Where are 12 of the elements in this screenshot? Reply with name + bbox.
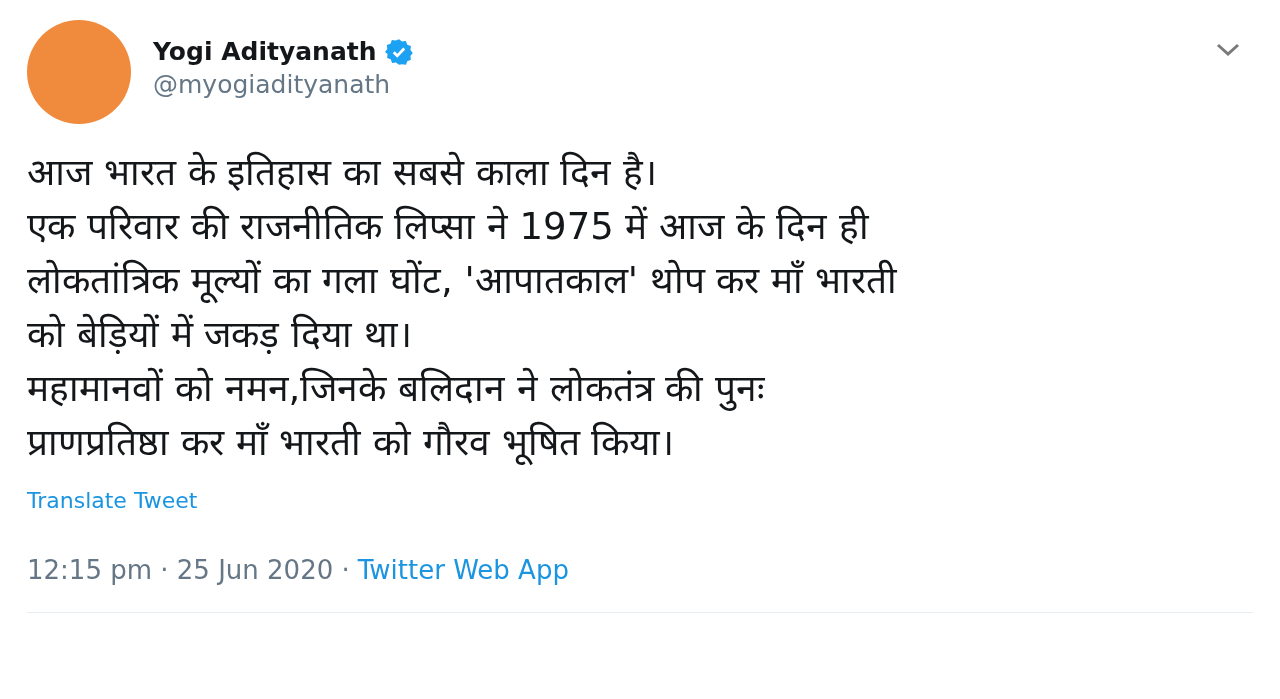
tweet-text-line: आज भारत के इतिहास का सबसे काला दिन है। (27, 150, 658, 196)
chevron-down-icon[interactable] (1215, 42, 1241, 58)
tweet-text-line: प्राणप्रतिष्ठा कर माँ भारती को गौरव भूषित किया। (27, 420, 675, 467)
tweet-text-line: महामानवों को नमन,जिनके बलिदान ने लोकतंत्र की पुनः (27, 366, 765, 413)
tweet-timestamp: 12:15 pm · 25 Jun 2020 · (27, 554, 350, 587)
author-name[interactable]: Yogi Adityanath (153, 36, 377, 68)
tweet-text-line: को बेड़ियों में जकड़ दिया था। (27, 312, 412, 358)
source-link[interactable]: Twitter Web App (357, 551, 569, 590)
author-handle[interactable]: @myogiadityanath (153, 69, 413, 101)
tweet-text-line: लोकतांत्रिक मूल्यों का गला घोंट, 'आपातकाल' थोप कर माँ भारती (27, 258, 897, 305)
translate-tweet-link[interactable]: Translate Tweet (27, 484, 198, 517)
tweet-text-line: एक परिवार की राजनीतिक लिप्सा ने 1975 में आज के दिन ही (27, 204, 869, 250)
